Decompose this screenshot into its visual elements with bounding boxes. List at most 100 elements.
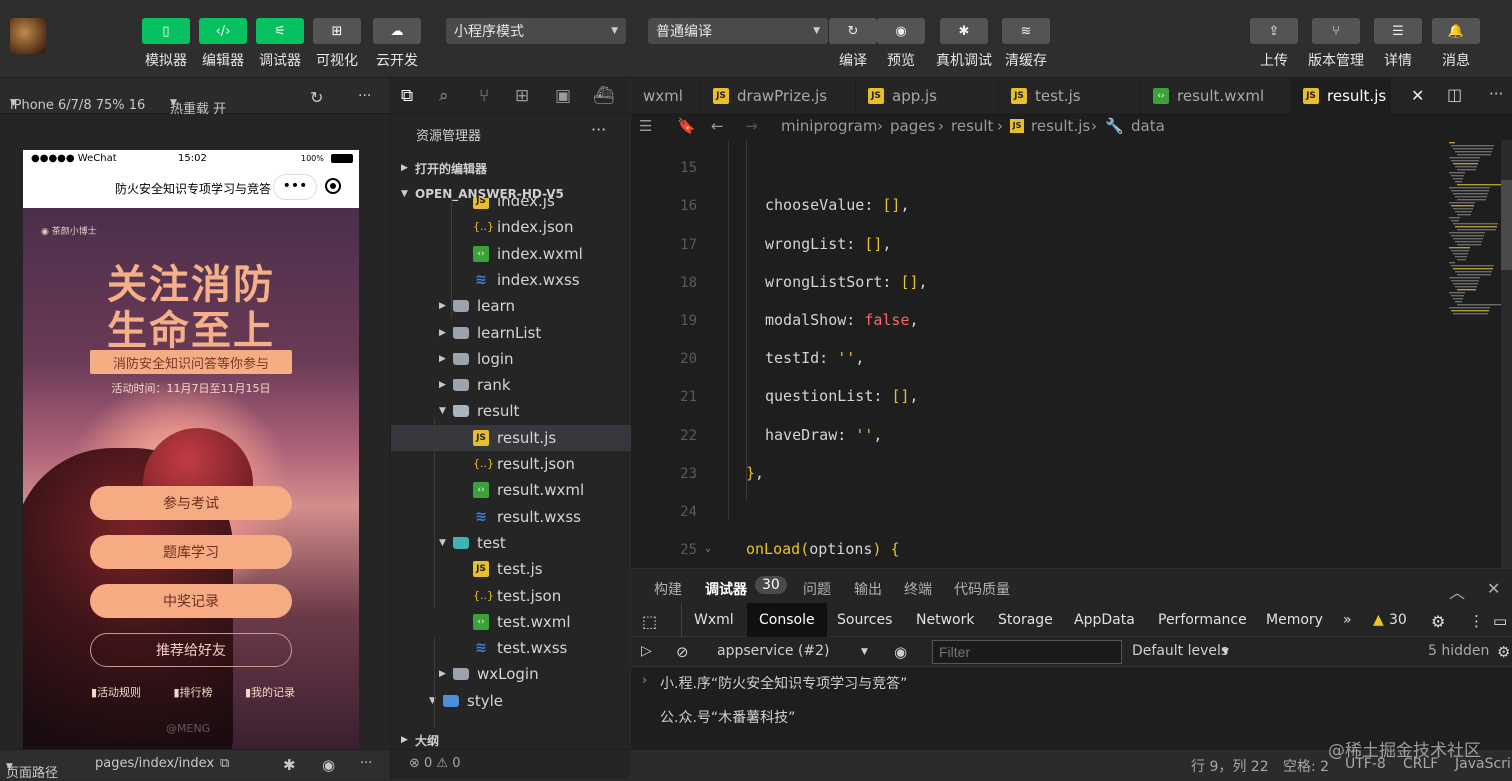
panel-icon[interactable]: ▣: [555, 86, 571, 106]
details-button[interactable]: ☰: [1374, 18, 1422, 44]
docker-icon[interactable]: ⛴: [593, 86, 615, 106]
editor-tab[interactable]: JS test.js: [999, 78, 1141, 114]
tab-build[interactable]: 构建: [654, 579, 682, 599]
extensions-icon[interactable]: ⊞: [515, 86, 529, 106]
tree-item[interactable]: ≋ test.wxss: [391, 635, 631, 661]
tab-console[interactable]: Console: [747, 603, 827, 637]
tree-item[interactable]: ▶ wxLogin: [391, 661, 631, 687]
console-filter-input[interactable]: [932, 640, 1122, 664]
version-button[interactable]: ⑂: [1312, 18, 1360, 44]
messages-button[interactable]: 🔔: [1432, 18, 1480, 44]
editor-tab[interactable]: JS app.js: [856, 78, 999, 114]
more-vertical-icon[interactable]: ⋮: [1469, 612, 1484, 630]
tab-storage[interactable]: Storage: [998, 612, 1053, 628]
tab-wxml[interactable]: Wxml: [694, 612, 734, 628]
bug-icon[interactable]: ✱: [283, 756, 296, 774]
tab-output[interactable]: 输出: [854, 579, 882, 599]
user-avatar[interactable]: [10, 18, 46, 54]
close-icon[interactable]: ✕: [1411, 86, 1424, 105]
breadcrumb-item[interactable]: result.js: [1031, 117, 1090, 135]
tree-item[interactable]: ‹› result.wxml: [391, 477, 631, 503]
source-control-icon[interactable]: ⑂: [479, 86, 489, 106]
compile-button[interactable]: ↻: [829, 18, 877, 44]
tab-memory[interactable]: Memory: [1266, 612, 1323, 628]
tab-debugger[interactable]: 调试器: [705, 579, 747, 599]
tree-item[interactable]: {..} result.json: [391, 451, 631, 477]
my-records-link[interactable]: ▮我的记录: [245, 684, 295, 700]
mode-select[interactable]: 小程序模式 ▼: [446, 18, 626, 44]
context-select[interactable]: appservice (#2): [717, 643, 830, 659]
sidebar-toggle-icon[interactable]: ▷: [641, 643, 652, 659]
question-bank-button[interactable]: 题库学习: [90, 535, 292, 569]
more-icon[interactable]: ···: [358, 88, 371, 104]
capsule-close-icon[interactable]: [325, 178, 341, 194]
preview-button[interactable]: ◉: [877, 18, 925, 44]
dock-icon[interactable]: ▭: [1493, 612, 1507, 630]
tree-item[interactable]: {..} index.json: [391, 214, 631, 240]
editor-scrollbar[interactable]: [1501, 140, 1512, 568]
tab-performance[interactable]: Performance: [1158, 612, 1247, 628]
tree-item[interactable]: ▶ learn: [391, 293, 631, 319]
tree-item[interactable]: {..} test.json: [391, 583, 631, 609]
rules-link[interactable]: ▮活动规则: [91, 684, 141, 700]
more-tabs-icon[interactable]: »: [1343, 612, 1352, 628]
editor-scrollbar-thumb[interactable]: [1501, 180, 1512, 270]
prize-record-button[interactable]: 中奖记录: [90, 584, 292, 618]
tree-item[interactable]: JS test.js: [391, 556, 631, 582]
tree-item[interactable]: ▼ result: [391, 398, 631, 424]
list-icon[interactable]: ☰: [639, 117, 652, 135]
inspect-icon[interactable]: ⬚: [642, 612, 657, 631]
breadcrumb-item[interactable]: miniprogram: [781, 117, 877, 135]
eye-icon[interactable]: ◉: [894, 643, 907, 661]
tab-code-quality[interactable]: 代码质量: [954, 579, 1010, 599]
tab-terminal[interactable]: 终端: [904, 579, 932, 599]
ranking-link[interactable]: ▮排行榜: [173, 684, 212, 700]
breadcrumb-item[interactable]: data: [1131, 117, 1165, 135]
more-icon[interactable]: ···: [1489, 85, 1503, 103]
tree-item[interactable]: ‹› index.wxml: [391, 241, 631, 267]
tree-item[interactable]: ▶ rank: [391, 372, 631, 398]
editor-tab[interactable]: wxml: [631, 78, 701, 114]
indent-setting[interactable]: 空格: 2: [1283, 756, 1329, 776]
editor-toggle-button[interactable]: ‹/›: [199, 18, 247, 44]
capsule-menu-icon[interactable]: •••: [273, 174, 317, 200]
fold-chevron-icon[interactable]: ⌄: [705, 543, 711, 554]
tree-item[interactable]: ≋ result.wxss: [391, 504, 631, 530]
minimap[interactable]: [1441, 140, 1501, 340]
tab-appdata[interactable]: AppData: [1074, 612, 1135, 628]
clear-cache-button[interactable]: ≋: [1002, 18, 1050, 44]
close-icon[interactable]: ✕: [1487, 579, 1500, 598]
forward-arrow-icon[interactable]: →: [745, 117, 758, 135]
breadcrumb-item[interactable]: result: [951, 117, 993, 135]
tree-item[interactable]: ▼ test: [391, 530, 631, 556]
visual-toggle-button[interactable]: ⊞: [313, 18, 361, 44]
editor-tab[interactable]: JS drawPrize.js: [701, 78, 856, 114]
gear-icon[interactable]: ⚙: [1497, 643, 1510, 661]
upload-button[interactable]: ⇪: [1250, 18, 1298, 44]
search-icon[interactable]: ⌕: [439, 86, 449, 106]
tree-item[interactable]: ▼ style: [391, 688, 631, 714]
split-editor-icon[interactable]: ◫: [1447, 85, 1462, 104]
breadcrumb-item[interactable]: pages: [890, 117, 935, 135]
tab-sources[interactable]: Sources: [837, 612, 892, 628]
tree-item[interactable]: ▶ login: [391, 346, 631, 372]
tree-item[interactable]: JS index.js: [391, 198, 631, 214]
log-levels-select[interactable]: Default levels: [1132, 643, 1228, 659]
editor-tab[interactable]: ‹› result.wxml: [1141, 78, 1291, 114]
back-arrow-icon[interactable]: ←: [711, 117, 724, 135]
debugger-toggle-button[interactable]: ⚟: [256, 18, 304, 44]
cloud-dev-button[interactable]: ☁: [373, 18, 421, 44]
tree-item[interactable]: ‹› test.wxml: [391, 609, 631, 635]
more-icon[interactable]: ···: [360, 756, 372, 771]
compile-select[interactable]: 普通编译 ▼: [648, 18, 828, 44]
editor-tab[interactable]: JS result.js: [1291, 78, 1391, 114]
eye-icon[interactable]: ◉: [322, 756, 335, 774]
chevron-up-icon[interactable]: ︿: [1449, 579, 1465, 603]
exam-button[interactable]: 参与考试: [90, 486, 292, 520]
problems-counter[interactable]: ⊗ 0 ⚠ 0: [391, 749, 631, 779]
tab-problems[interactable]: 问题: [803, 579, 831, 599]
rotate-icon[interactable]: ↻: [310, 88, 323, 107]
cursor-position[interactable]: 行 9，列 22: [1191, 756, 1269, 776]
gear-icon[interactable]: ⚙: [1431, 612, 1445, 631]
code-area[interactable]: 14hasUserInfo: false,1516chooseValue: []…: [631, 140, 1441, 568]
